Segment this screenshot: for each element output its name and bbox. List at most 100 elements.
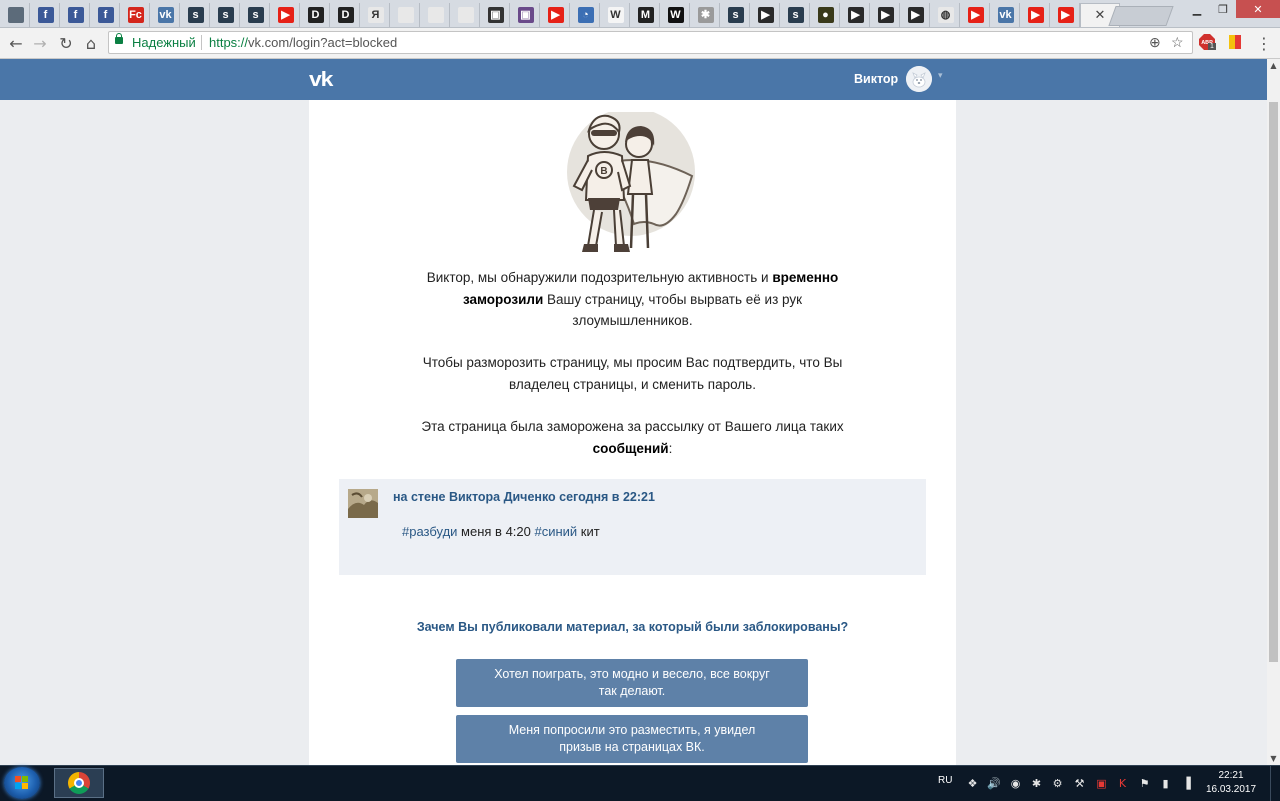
browser-tab[interactable]: Я <box>362 3 390 27</box>
wifi-signal-icon[interactable]: ▐ <box>1180 777 1193 790</box>
start-button[interactable] <box>4 767 40 799</box>
play-favicon-icon: ▶ <box>907 7 924 23</box>
scroll-up-arrow-icon[interactable]: ▲ <box>1267 59 1280 72</box>
facebook-favicon-icon: f <box>37 7 54 23</box>
browser-tab[interactable]: f <box>32 3 60 27</box>
browser-tab[interactable]: ▶ <box>872 3 900 27</box>
post-author-link[interactable]: на стене Виктора Диченко сегодня в 22:21 <box>393 490 655 504</box>
minimize-button[interactable]: ▁ <box>1184 0 1210 18</box>
network-warning-icon[interactable]: ◉ <box>1009 777 1022 790</box>
language-indicator[interactable]: RU <box>938 775 952 786</box>
volume-icon[interactable]: 🔊 <box>987 777 1001 790</box>
scroll-down-arrow-icon[interactable]: ▼ <box>1267 752 1280 765</box>
text-fragment: Чтобы разморозить страницу, мы просим Ва… <box>422 355 843 370</box>
show-desktop-button[interactable] <box>1270 766 1280 801</box>
browser-tab[interactable]: ▶ <box>1052 3 1080 27</box>
secure-label: Надежный <box>132 35 196 50</box>
browser-tab[interactable] <box>2 3 30 27</box>
avatar[interactable] <box>906 66 932 92</box>
adblock-icon[interactable]: ABP 1 <box>1199 34 1216 50</box>
scrollbar[interactable]: ▲ ▼ <box>1267 59 1280 765</box>
tray-tool-icon[interactable]: ⚙ <box>1051 777 1064 790</box>
browser-tab[interactable]: s <box>242 3 270 27</box>
home-button[interactable]: ⌂ <box>81 33 101 53</box>
adblock-badge: 1 <box>1208 43 1216 50</box>
browser-tab[interactable]: ▶ <box>962 3 990 27</box>
browser-tab[interactable] <box>452 3 480 27</box>
browser-tab[interactable]: ▣ <box>512 3 540 27</box>
browser-tab[interactable]: vk <box>152 3 180 27</box>
vk-logo[interactable]: vk <box>309 69 333 92</box>
w-favicon-icon: W <box>667 7 684 23</box>
bookmark-star-icon[interactable]: ☆ <box>1171 34 1184 51</box>
close-tab-icon[interactable]: ✕ <box>1095 8 1106 23</box>
bluetooth-icon[interactable]: ✱ <box>1030 777 1043 790</box>
image-favicon-icon: ▣ <box>487 7 504 23</box>
browser-tab[interactable]: s <box>212 3 240 27</box>
browser-tab[interactable]: W <box>662 3 690 27</box>
address-bar[interactable]: Надежный https://vk.com/login?act=blocke… <box>108 31 1193 54</box>
reload-button[interactable]: ↻ <box>56 33 76 53</box>
window-close-button[interactable]: ✕ <box>1236 0 1280 18</box>
browser-tab[interactable]: ▶ <box>542 3 570 27</box>
play-favicon-icon: ▶ <box>877 7 894 23</box>
menu-icon[interactable]: ⋮ <box>1256 34 1272 53</box>
browser-tab[interactable]: ▣ <box>482 3 510 27</box>
browser-tab[interactable]: ▶ <box>902 3 930 27</box>
browser-tab[interactable]: W <box>602 3 630 27</box>
hashtag-link[interactable]: #разбуди <box>402 524 457 539</box>
browser-tab[interactable] <box>392 3 420 27</box>
answer-button-1[interactable]: Хотел поиграть, это модно и весело, все … <box>456 659 808 707</box>
tray-k-app-icon[interactable]: K <box>1116 777 1129 790</box>
browser-tab[interactable]: Fc <box>122 3 150 27</box>
post-text: #разбуди меня в 4:20 #синий кит <box>402 524 600 539</box>
browser-tab[interactable]: M <box>632 3 660 27</box>
browser-tab[interactable]: D <box>332 3 360 27</box>
back-button[interactable]: ← <box>6 33 26 53</box>
forward-button[interactable]: → <box>30 33 50 53</box>
browser-tab[interactable]: s <box>722 3 750 27</box>
s-favicon-icon: s <box>727 7 744 23</box>
tray-app-icon[interactable]: ❖ <box>966 777 979 790</box>
browser-tab[interactable]: vk <box>992 3 1020 27</box>
browser-tab[interactable]: s <box>182 3 210 27</box>
taskbar-chrome-button[interactable] <box>54 768 104 798</box>
chevron-down-icon[interactable]: ▾ <box>938 71 943 81</box>
tray-device-icon[interactable]: ⚒ <box>1073 777 1086 790</box>
browser-tab[interactable]: ▶ <box>1022 3 1050 27</box>
browser-tab[interactable]: ✱ <box>692 3 720 27</box>
browser-tab[interactable]: D <box>302 3 330 27</box>
scroll-thumb[interactable] <box>1269 102 1278 662</box>
bookmark-extension-icon[interactable] <box>1227 34 1243 50</box>
system-clock[interactable]: 22:21 16.03.2017 <box>1196 769 1266 797</box>
post-author-avatar[interactable] <box>348 489 378 518</box>
youtube-favicon-icon: ▶ <box>967 7 984 23</box>
document-favicon-icon <box>457 7 474 23</box>
bug-favicon-icon: ✱ <box>697 7 714 23</box>
browser-tab[interactable]: ● <box>812 3 840 27</box>
user-name[interactable]: Виктор <box>854 72 898 86</box>
action-center-flag-icon[interactable]: ⚑ <box>1138 777 1151 790</box>
browser-tab[interactable]: ◔ <box>572 3 600 27</box>
browser-tab[interactable]: f <box>92 3 120 27</box>
browser-tab[interactable] <box>422 3 450 27</box>
tray-red-app-icon[interactable]: ▣ <box>1095 777 1108 790</box>
zoom-icon[interactable]: ⊕ <box>1149 34 1161 51</box>
restore-button[interactable]: ❐ <box>1210 0 1236 18</box>
browser-tab[interactable]: ▶ <box>752 3 780 27</box>
lock-icon <box>115 33 123 44</box>
browser-tab[interactable]: s <box>782 3 810 27</box>
back-arrow-icon: ← <box>9 33 23 53</box>
browser-tab[interactable]: ◍ <box>932 3 960 27</box>
question-heading: Зачем Вы публиковали материал, за которы… <box>416 620 849 634</box>
hashtag-link[interactable]: #синий <box>534 524 577 539</box>
s-favicon-icon: s <box>217 7 234 23</box>
url-text[interactable]: https://vk.com/login?act=blocked <box>209 35 397 50</box>
answer-button-2[interactable]: Меня попросили это разместить, я увидел … <box>456 715 808 763</box>
browser-tab[interactable]: f <box>62 3 90 27</box>
power-icon[interactable]: ▮ <box>1159 777 1172 790</box>
browser-tab[interactable]: ▶ <box>272 3 300 27</box>
d-favicon-icon: D <box>307 7 324 23</box>
browser-tab[interactable]: ▶ <box>842 3 870 27</box>
new-tab-button[interactable] <box>1108 6 1174 26</box>
